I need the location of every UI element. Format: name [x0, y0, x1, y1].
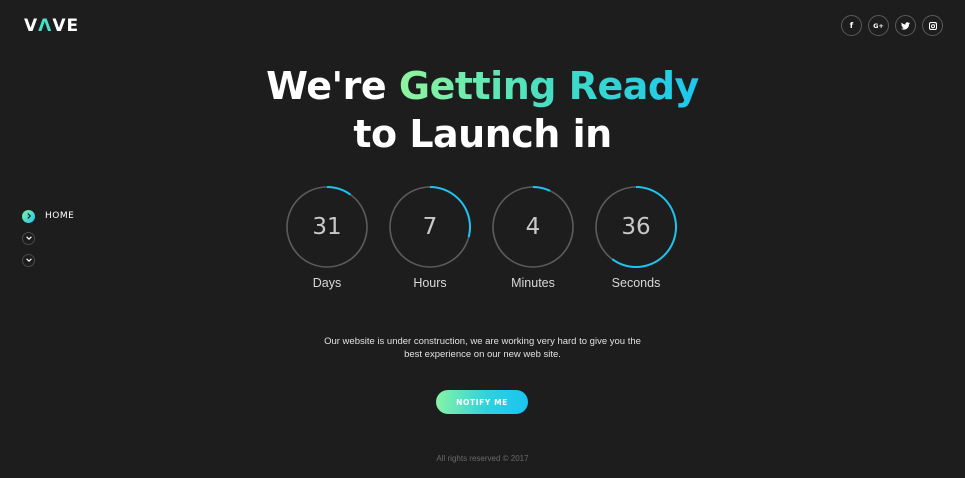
- countdown-hours: 7 Hours: [389, 186, 471, 290]
- chevron-down-icon: [22, 253, 35, 267]
- footer-copyright: All rights reserved © 2017: [436, 454, 529, 463]
- countdown-label: Days: [312, 276, 342, 290]
- twitter-icon[interactable]: [895, 15, 916, 36]
- countdown-label: Seconds: [611, 276, 661, 290]
- countdown: 31 Days 7 Hours 4 Minutes 36 Seconds: [286, 186, 677, 290]
- twitter-bird-icon: [901, 21, 910, 30]
- facebook-glyph: f: [849, 21, 854, 30]
- logo[interactable]: VΛVE: [24, 16, 79, 36]
- nav-item-2[interactable]: [22, 231, 74, 245]
- description: Our website is under construction, we ar…: [0, 335, 965, 361]
- countdown-seconds: 36 Seconds: [595, 186, 677, 290]
- section-nav: HOME: [22, 209, 74, 267]
- notify-me-button[interactable]: NOTIFY ME: [436, 390, 528, 414]
- nav-label-home: HOME: [45, 211, 75, 221]
- countdown-label: Minutes: [511, 276, 555, 290]
- headline-line-1: We're Getting Ready: [0, 62, 965, 110]
- description-line-1: Our website is under construction, we ar…: [324, 336, 641, 347]
- google-plus-icon[interactable]: G+: [868, 15, 889, 36]
- countdown-label: Hours: [413, 276, 447, 290]
- countdown-ring: 7: [389, 186, 471, 268]
- countdown-value: 36: [621, 214, 651, 240]
- headline-line-2: to Launch in: [353, 112, 612, 156]
- headline: We're Getting Ready to Launch in: [0, 62, 965, 158]
- social-links: f G+: [841, 15, 943, 36]
- countdown-ring: 36: [595, 186, 677, 268]
- countdown-ring: 31: [286, 186, 368, 268]
- nav-item-home[interactable]: HOME: [22, 209, 74, 223]
- countdown-value: 4: [525, 214, 541, 240]
- logo-accent: Λ: [38, 16, 53, 36]
- chevron-down-icon: [22, 231, 35, 245]
- logo-prefix: V: [24, 16, 39, 36]
- headline-part1: We're: [266, 64, 387, 108]
- google-plus-glyph: G+: [873, 21, 884, 30]
- nav-item-3[interactable]: [22, 253, 74, 267]
- countdown-days: 31 Days: [286, 186, 368, 290]
- countdown-value: 31: [312, 214, 342, 240]
- chevron-right-icon: [22, 209, 35, 223]
- instagram-camera-icon: [928, 21, 937, 30]
- countdown-minutes: 4 Minutes: [492, 186, 574, 290]
- countdown-ring: 4: [492, 186, 574, 268]
- description-line-2: best experience on our new web site.: [404, 349, 561, 360]
- logo-suffix: VE: [52, 16, 80, 36]
- coming-soon-page: VΛVE f G+ HOME We're Getting Ready to La…: [0, 0, 965, 478]
- instagram-icon[interactable]: [922, 15, 943, 36]
- facebook-icon[interactable]: f: [841, 15, 862, 36]
- countdown-value: 7: [422, 214, 438, 240]
- headline-highlight: Getting Ready: [398, 64, 699, 108]
